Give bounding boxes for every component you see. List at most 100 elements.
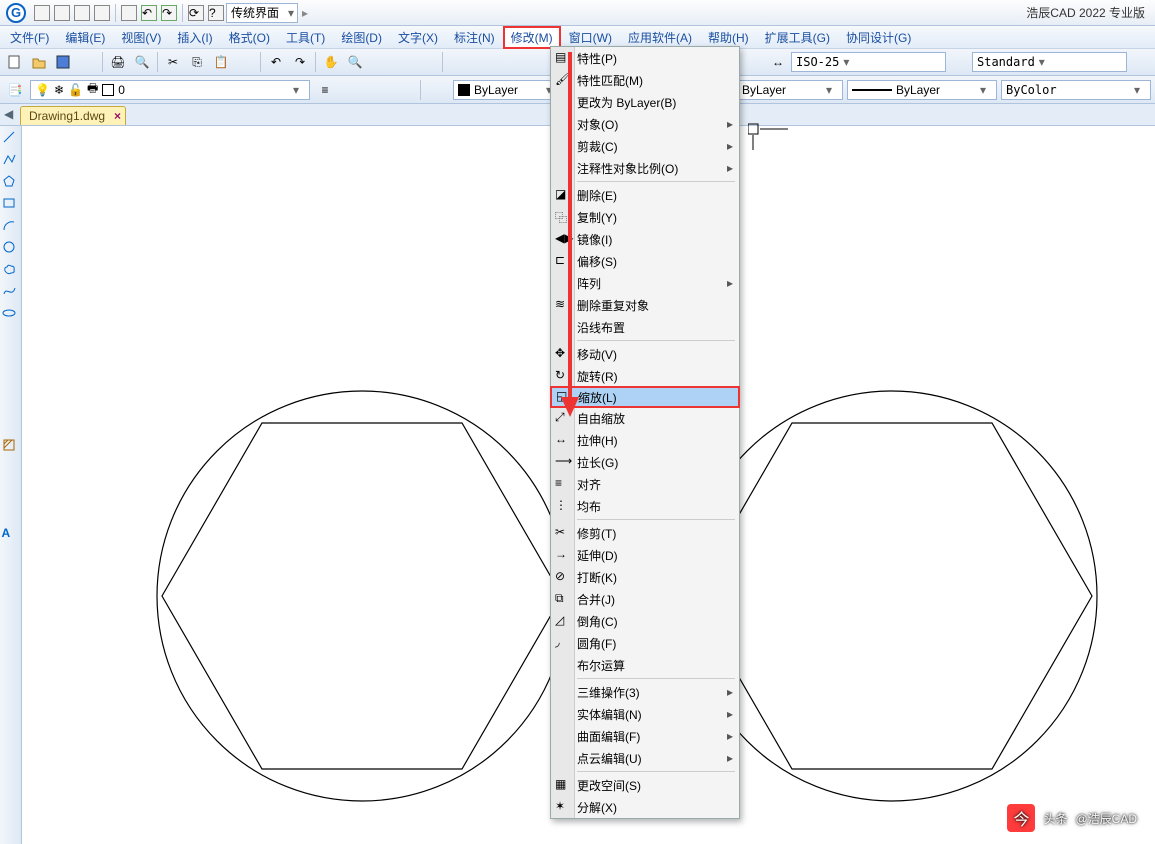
cut-button[interactable]: ✂ [162,51,184,73]
menu-tools[interactable]: 工具(T) [278,27,333,48]
layer-state-button[interactable] [392,79,414,101]
ellipse-arc-tool[interactable] [2,328,20,346]
mtext-tool[interactable]: A [2,526,20,544]
dim-settings-icon[interactable] [948,51,970,73]
undo-icon[interactable]: ↶ [141,5,157,21]
menu-solid-edit[interactable]: 实体编辑(N) [551,703,739,725]
layer-prev-button[interactable] [366,79,388,101]
color-combo[interactable]: ByLayer ▾ [453,80,563,100]
menu-file[interactable]: 文件(F) [2,27,57,48]
zoom-prev-button[interactable] [416,51,438,73]
help-icon[interactable]: ? [208,5,224,21]
new-icon[interactable] [34,5,50,21]
open-button[interactable] [28,51,50,73]
print-button[interactable]: 🖨 [107,51,129,73]
table-tool[interactable] [2,504,20,522]
menu-explode[interactable]: ✶分解(X) [551,796,739,818]
menu-text[interactable]: 文字(X) [390,27,446,48]
close-icon[interactable]: × [114,109,121,123]
palette-button[interactable] [471,51,493,73]
menu-apps[interactable]: 应用软件(A) [620,27,700,48]
arc-tool[interactable] [2,218,20,236]
menu-stretch[interactable]: ↔拉伸(H) [551,429,739,451]
revcloud-tool[interactable] [2,262,20,280]
region-tool[interactable] [2,482,20,500]
menu-trim[interactable]: ✂修剪(T) [551,522,739,544]
layer-combo[interactable]: 💡 ❄ 🔓 🖶 0 ▾ [30,80,310,100]
tab-prev-icon[interactable]: ◀ [4,107,13,121]
hatch-tool[interactable] [2,438,20,456]
match-button[interactable] [234,51,256,73]
menu-format[interactable]: 格式(O) [221,27,278,48]
save-button[interactable] [52,51,74,73]
pline-tool[interactable] [2,152,20,170]
menu-lengthen[interactable]: ⟶拉长(G) [551,451,739,473]
interface-mode-select[interactable]: 传统界面 ▾ [226,3,298,23]
text-style-combo[interactable]: Standard ▾ [972,52,1127,72]
copy-button[interactable]: ⎘ [186,51,208,73]
menu-distribute[interactable]: ⋮均布 [551,495,739,517]
zoom-extent-button[interactable] [368,51,390,73]
addselected-tool[interactable] [2,548,20,566]
menu-collab[interactable]: 协同设计(G) [838,27,919,48]
layer-manager-button[interactable]: 📑 [4,79,26,101]
gradient-tool[interactable] [2,460,20,478]
block-tool[interactable] [2,350,20,368]
circle-tool[interactable] [2,240,20,258]
print-icon[interactable] [121,5,137,21]
menu-extend[interactable]: 扩展工具(G) [757,27,838,48]
menu-chamfer[interactable]: ◿倒角(C) [551,610,739,632]
polygon-tool[interactable] [2,174,20,192]
menu-3d-ops[interactable]: 三维操作(3) [551,681,739,703]
file-tab-drawing1[interactable]: Drawing1.dwg × [20,106,126,125]
menu-extend[interactable]: →延伸(D) [551,544,739,566]
open-icon[interactable] [54,5,70,21]
save-icon[interactable] [74,5,90,21]
redo-button[interactable]: ↷ [289,51,311,73]
point-tool[interactable] [2,394,20,412]
lineweight-combo[interactable]: ByLayer ▾ [847,80,997,100]
dim-tool-icon[interactable]: ↔ [767,51,789,73]
menu-draw[interactable]: 绘图(D) [333,27,390,48]
calc-button[interactable] [495,51,517,73]
divide-tool[interactable] [2,416,20,434]
menu-change-space[interactable]: ▦更改空间(S) [551,774,739,796]
menu-fillet[interactable]: ◞圆角(F) [551,632,739,654]
rect-tool[interactable] [2,196,20,214]
menu-break[interactable]: ⊘打断(K) [551,566,739,588]
line-tool[interactable] [2,130,20,148]
menu-boolean[interactable]: 布尔运算 [551,654,739,676]
menu-join[interactable]: ⧉合并(J) [551,588,739,610]
redo-icon[interactable]: ↷ [161,5,177,21]
menu-help[interactable]: 帮助(H) [700,27,757,48]
properties-button[interactable] [447,51,469,73]
dim-style-combo[interactable]: ISO-25 ▾ [791,52,946,72]
layer-iso-button[interactable] [340,79,362,101]
menu-pointcloud-edit[interactable]: 点云编辑(U) [551,747,739,769]
text-settings-icon[interactable] [1129,51,1151,73]
preview-button[interactable]: 🔍 [131,51,153,73]
insert-tool[interactable] [2,372,20,390]
menu-view[interactable]: 视图(V) [113,27,169,48]
menu-surface-edit[interactable]: 曲面编辑(F) [551,725,739,747]
color-tool-icon[interactable] [427,79,449,101]
new-button[interactable] [4,51,26,73]
menu-edit[interactable]: 编辑(E) [57,27,113,48]
menu-align[interactable]: ≡对齐 [551,473,739,495]
undo-button[interactable]: ↶ [265,51,287,73]
saveall-button[interactable] [76,51,98,73]
zoom-button[interactable]: 🔍 [344,51,366,73]
menu-dimension[interactable]: 标注(N) [446,27,503,48]
refresh-icon[interactable]: ⟳ [188,5,204,21]
spline-tool[interactable] [2,284,20,302]
plotstyle-combo[interactable]: ByColor ▾ [1001,80,1151,100]
paste-button[interactable]: 📋 [210,51,232,73]
saveas-icon[interactable] [94,5,110,21]
layers-icon[interactable]: ≡ [314,79,336,101]
menu-window[interactable]: 窗口(W) [561,27,620,48]
zoom-window-button[interactable] [392,51,414,73]
menu-insert[interactable]: 插入(I) [169,27,220,48]
pan-button[interactable]: ✋ [320,51,342,73]
ellipse-tool[interactable] [2,306,20,324]
qat-more-icon[interactable]: ▸ [302,6,308,20]
